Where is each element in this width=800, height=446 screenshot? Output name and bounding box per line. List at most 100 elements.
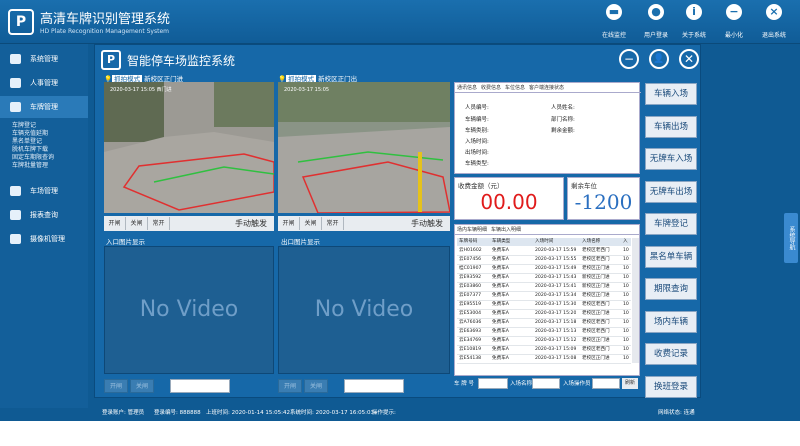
sidebar-subitem[interactable]: 车辆充值延期 — [12, 130, 48, 138]
table-row[interactable]: 云E34769 免费车A 2020-03-17 15:12 老校区正门进 10 — [457, 337, 631, 346]
table-row[interactable]: 桂C01907 免费车A 2020-03-17 15:49 老校区正门进 10 — [457, 265, 631, 274]
sidebar-subitem[interactable]: 车牌登记 — [12, 122, 36, 130]
table-row[interactable]: 云E03860 免费车A 2020-03-17 15:41 新校区正门进 10 — [457, 283, 631, 292]
exit-gate-bar: 开闸 关闸 常开 手动触发 — [278, 216, 450, 231]
vehicle-entry-button[interactable]: 车辆入场 — [645, 83, 697, 105]
bottom-strip — [0, 421, 800, 446]
sidebar-item-parking[interactable]: 车场管理 — [0, 180, 88, 202]
exit-manual-trigger-button[interactable]: 手动触发 — [406, 217, 448, 230]
unplated-exit-button[interactable]: 无牌车出场 — [645, 180, 697, 203]
table-cell: 10 — [623, 302, 629, 307]
report-icon — [10, 210, 21, 220]
sidebar-item-plates[interactable]: 车牌管理 — [0, 96, 88, 118]
blacklist-button[interactable]: 黑名单车辆 — [645, 245, 697, 268]
sidebar-item-personnel[interactable]: 人事管理 — [0, 72, 88, 94]
table-cell: 新校区正门进 — [582, 284, 610, 289]
table-cell: 免费车A — [492, 293, 509, 298]
table-cell: 10 — [623, 275, 629, 280]
table-cell: 老校区正门进 — [582, 311, 610, 316]
entry-name-select[interactable] — [532, 378, 560, 389]
exit-open-gate-button[interactable]: 开闸 — [278, 217, 300, 230]
exit-video-feed[interactable]: 2020-03-17 15:05 — [278, 82, 450, 213]
tab-client-status[interactable]: 客户端连接状态 — [529, 84, 564, 91]
window-close-button[interactable]: ✕ — [679, 49, 699, 69]
sidebar-item-cameras[interactable]: 摄像机管理 — [0, 228, 88, 250]
table-cell: 云E03860 — [459, 284, 482, 289]
sidebar-subitem[interactable]: 固定车期限查询 — [12, 154, 54, 162]
refresh-button[interactable]: 刷新 — [622, 378, 638, 389]
exit-close-button[interactable]: 关闸 — [304, 379, 328, 393]
window-user-button[interactable]: 👤 — [649, 49, 669, 69]
window-minimize-button[interactable]: − — [619, 49, 639, 69]
entry-open-gate-button[interactable]: 开闸 — [104, 217, 126, 230]
exit-camera-timestamp: 2020-03-17 15:05 — [284, 87, 329, 93]
shift-login-button[interactable]: 换班登录 — [645, 375, 697, 398]
tab-fee-info[interactable]: 收费信息 — [481, 84, 501, 91]
table-row[interactable]: 云E10819 免费车A 2020-03-17 15:09 老校区老西门 10 — [457, 346, 631, 355]
sidebar-subitem[interactable]: 脱机车牌下载 — [12, 146, 48, 154]
term-query-button[interactable]: 期限查询 — [645, 278, 697, 300]
table-cell: 免费车A — [492, 266, 509, 271]
vehicle-exit-button[interactable]: 车辆出场 — [645, 115, 697, 138]
plate-filter-label: 车 牌 号 — [454, 381, 474, 387]
entry-keep-open-button[interactable]: 常开 — [148, 217, 170, 230]
table-cell: 2020-03-17 15:18 — [535, 320, 577, 325]
plate-filter-input[interactable] — [478, 378, 508, 389]
online-monitor-button[interactable]: ▬ 在线监控 — [592, 4, 636, 41]
table-row[interactable]: 云E63693 免费车A 2020-03-17 15:13 老校区老西门 10 — [457, 328, 631, 337]
sidebar-subitem[interactable]: 车牌批量管理 — [12, 162, 48, 170]
table-cell: 免费车A — [492, 320, 509, 325]
entry-video-feed[interactable]: 2020-03-17 15:05 西门进 — [104, 82, 274, 213]
tab-comm-info[interactable]: 通讯信息 — [457, 84, 477, 91]
exit-button[interactable]: × 退出系统 — [752, 4, 796, 41]
status-bar: 登录账户: 管理员 登录编号: 888888 上班时间: 2020-01-14 … — [88, 404, 800, 421]
table-row[interactable]: 云E07377 免费车A 2020-03-17 15:34 老校区正门进 10 — [457, 292, 631, 301]
table-cell: 老校区正门进 — [582, 338, 610, 343]
entry-plate-input[interactable] — [170, 379, 230, 393]
in-lot-vehicles-button[interactable]: 场内车辆 — [645, 310, 697, 333]
table-row[interactable]: 云E93592 免费车A 2020-03-17 15:43 新校区正门进 10 — [457, 274, 631, 283]
table-cell: 免费车A — [492, 284, 509, 289]
table-row[interactable]: 云E54138 免费车A 2020-03-17 15:08 老校区正门进 10 — [457, 355, 631, 364]
sidebar-subitem[interactable]: 黑名单登记 — [12, 138, 42, 146]
table-cell: 老校区老西门 — [582, 320, 610, 325]
table-row[interactable]: 云H01602 免费车A 2020-03-17 15:59 老校区老西门 10 — [457, 247, 631, 256]
car-icon: ▬ — [606, 4, 622, 20]
table-row[interactable]: 云E53004 免费车A 2020-03-17 15:20 老校区正门进 10 — [457, 310, 631, 319]
table-cell: 免费车A — [492, 248, 509, 253]
table-cell: 10 — [623, 257, 629, 262]
field-department: 部门名称: — [551, 117, 575, 123]
exit-keep-open-button[interactable]: 常开 — [322, 217, 344, 230]
table-scrollbar[interactable] — [632, 238, 639, 363]
tab-space-info[interactable]: 车位信息 — [505, 84, 525, 91]
entry-close-gate-button[interactable]: 关闸 — [126, 217, 148, 230]
tab-entry-exit-records[interactable]: 车辆出入明细 — [491, 226, 521, 233]
plate-register-button[interactable]: 车牌登记 — [645, 213, 697, 235]
entry-manual-trigger-button[interactable]: 手动触发 — [230, 217, 272, 230]
minimize-button[interactable]: − 最小化 — [712, 4, 756, 41]
entry-open-button[interactable]: 开闸 — [104, 379, 128, 393]
table-row[interactable]: 云E95519 免费车A 2020-03-17 15:30 老校区老西门 10 — [457, 301, 631, 310]
tab-in-lot-vehicles[interactable]: 场内车辆明细 — [457, 226, 487, 233]
fee-records-button[interactable]: 收费记录 — [645, 343, 697, 365]
exit-open-button[interactable]: 开闸 — [278, 379, 302, 393]
system-nav-tab[interactable]: 系统导航 — [784, 213, 798, 263]
table-cell: 免费车A — [492, 275, 509, 280]
sidebar-item-reports[interactable]: 报表查询 — [0, 204, 88, 226]
entry-close-button[interactable]: 关闸 — [130, 379, 154, 393]
table-cell: 2020-03-17 15:49 — [535, 266, 577, 271]
table-row[interactable]: 云E07456 免费车A 2020-03-17 15:55 老校区老西门 10 — [457, 256, 631, 265]
unplated-entry-button[interactable]: 无牌车入场 — [645, 148, 697, 170]
table-row[interactable]: 云A76036 免费车A 2020-03-17 15:18 老校区老西门 10 — [457, 319, 631, 328]
table-cell: 桂C01907 — [459, 266, 482, 271]
field-vehicle-id: 车辆编号: — [465, 117, 489, 123]
sidebar-item-system[interactable]: 系统管理 — [0, 48, 88, 70]
entry-operator-select[interactable] — [592, 378, 620, 389]
app-subtitle: HD Plate Recognition Management System — [40, 28, 169, 35]
table-cell: 免费车A — [492, 311, 509, 316]
about-button[interactable]: i 关于系统 — [672, 4, 716, 41]
exit-close-gate-button[interactable]: 关闸 — [300, 217, 322, 230]
fee-panel: 收费金额（元） 00.00 — [454, 177, 564, 220]
exit-plate-input[interactable] — [344, 379, 404, 393]
table-cell: 云E63693 — [459, 329, 482, 334]
